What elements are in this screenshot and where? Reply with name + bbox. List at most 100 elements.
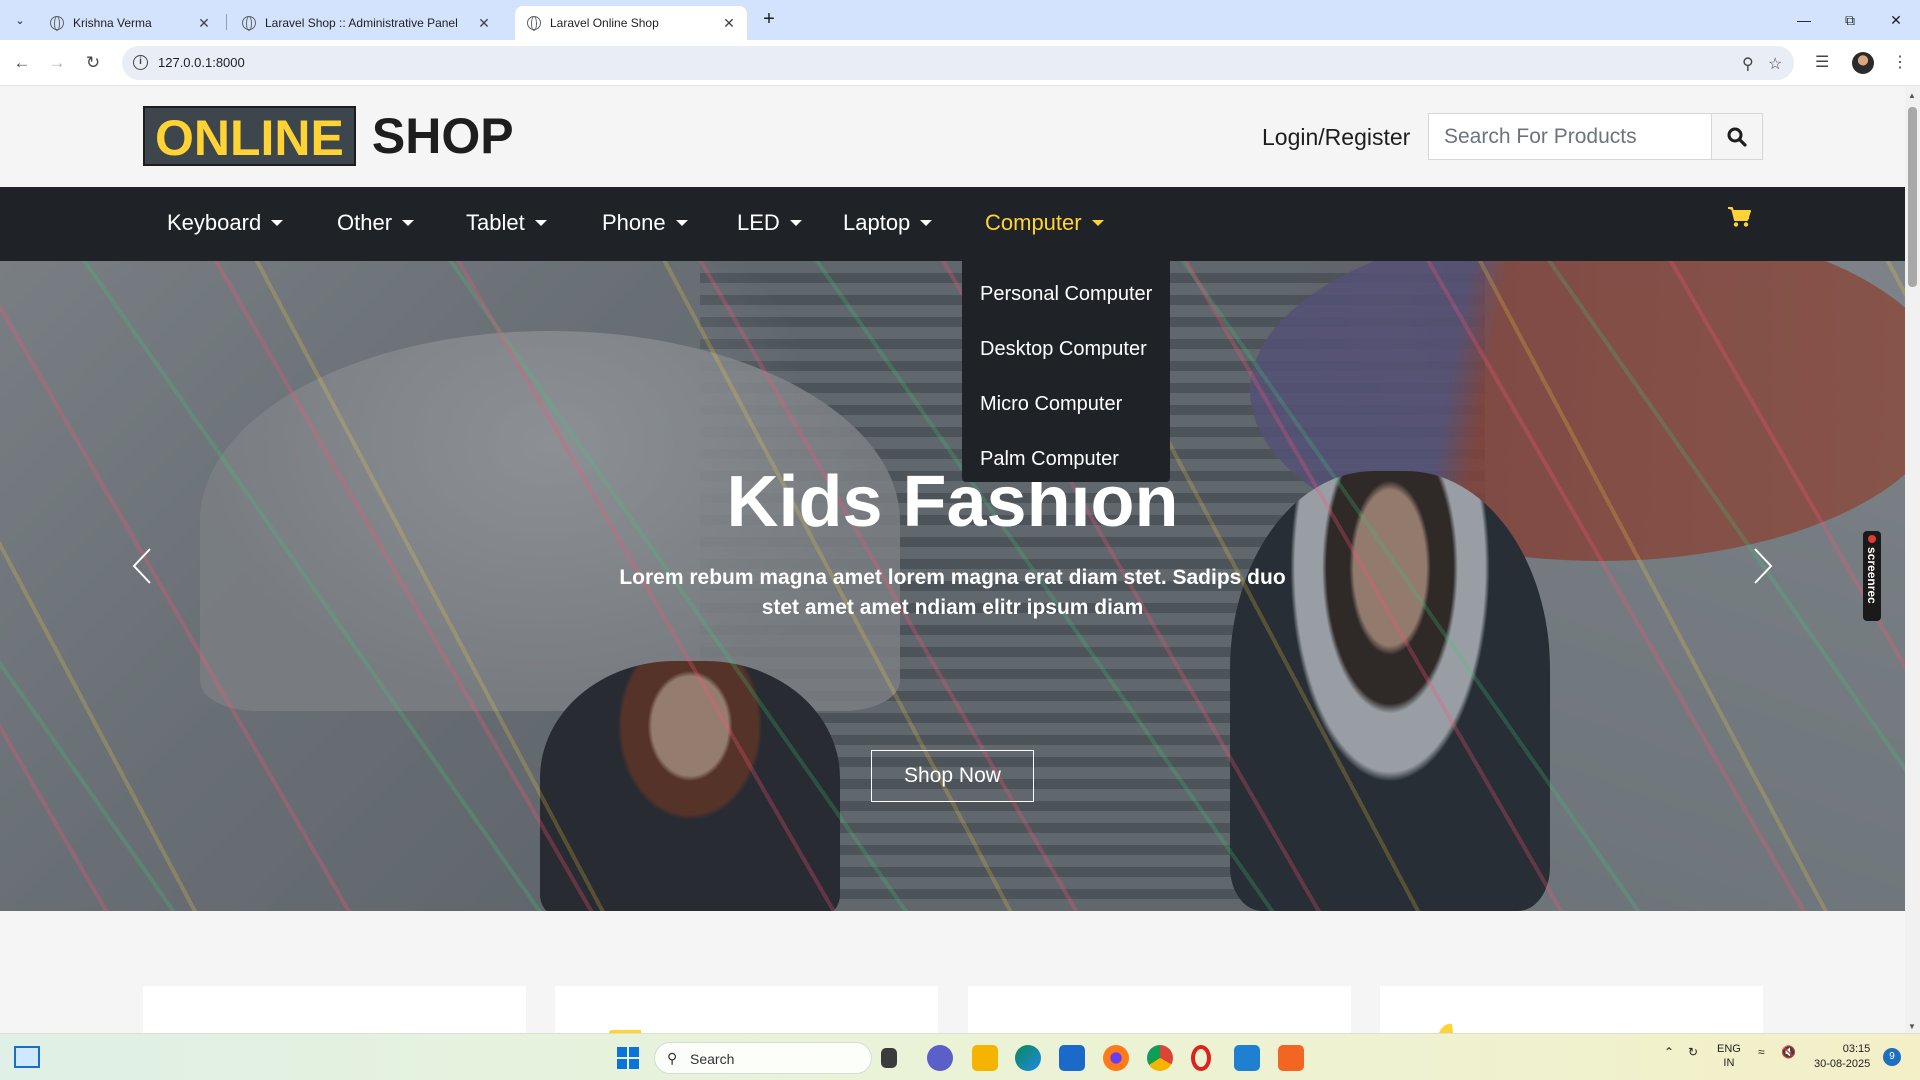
- nav-item-laptop[interactable]: Laptop: [843, 210, 933, 236]
- notification-badge[interactable]: 9: [1883, 1048, 1901, 1066]
- feature-card: [968, 986, 1351, 1033]
- opera-icon[interactable]: [1191, 1045, 1211, 1071]
- feature-card: [1380, 986, 1763, 1033]
- new-tab-button[interactable]: +: [757, 8, 781, 32]
- scroll-up-icon[interactable]: ▲: [1908, 91, 1916, 100]
- search-button[interactable]: [1711, 114, 1762, 159]
- caret-down-icon: [920, 220, 933, 226]
- tab-title: Laravel Online Shop: [550, 16, 659, 30]
- file-explorer-icon[interactable]: [972, 1045, 998, 1071]
- tab-title: Laravel Shop :: Administrative Panel: [265, 16, 458, 30]
- nav-label: Keyboard: [167, 210, 262, 235]
- nav-label: Laptop: [843, 210, 911, 235]
- reload-button[interactable]: ↻: [81, 51, 105, 75]
- login-register-link[interactable]: Login/Register: [1262, 124, 1410, 151]
- chevron-right-icon: [1754, 548, 1773, 584]
- tab-separator: [226, 14, 227, 30]
- url-text: 127.0.0.1:8000: [158, 55, 245, 70]
- dropdown-item-micro-computer[interactable]: Micro Computer: [962, 377, 1170, 432]
- chevron-up-icon[interactable]: ⌃: [1664, 1045, 1674, 1059]
- nav-item-tablet[interactable]: Tablet: [466, 210, 547, 236]
- minimize-icon: —: [1797, 12, 1811, 28]
- globe-icon: [50, 16, 64, 31]
- taskbar-search[interactable]: ⚲ Search: [654, 1042, 872, 1074]
- dropdown-item-personal-computer[interactable]: Personal Computer: [962, 267, 1170, 322]
- nav-label: LED: [737, 210, 780, 235]
- windows-start-icon[interactable]: [617, 1047, 639, 1069]
- search-input[interactable]: [1429, 114, 1713, 159]
- tab-online-shop[interactable]: Laravel Online Shop ✕: [515, 6, 747, 40]
- screenrec-widget[interactable]: screenrec: [1863, 531, 1881, 621]
- screenrec-label: screenrec: [1865, 547, 1879, 604]
- edge-icon[interactable]: [1015, 1045, 1041, 1071]
- nav-item-other[interactable]: Other: [337, 210, 415, 236]
- computer-dropdown-menu: Personal Computer Desktop Computer Micro…: [962, 257, 1170, 482]
- vscode-icon[interactable]: [1234, 1045, 1260, 1071]
- task-view-icon[interactable]: [881, 1048, 897, 1068]
- browser-toolbar: ← → ↻ i 127.0.0.1:8000 ⚲ ☆ ☰ ⋮: [0, 40, 1920, 86]
- language-indicator[interactable]: ENG IN: [1717, 1042, 1741, 1070]
- teams-icon[interactable]: [927, 1045, 953, 1071]
- sync-icon[interactable]: ↻: [1688, 1045, 1698, 1059]
- star-icon[interactable]: ☆: [1768, 54, 1782, 74]
- nav-item-keyboard[interactable]: Keyboard: [167, 210, 284, 236]
- search-icon: ⚲: [667, 1050, 678, 1066]
- more-menu-icon[interactable]: ⋮: [1892, 52, 1908, 72]
- scrollbar-thumb[interactable]: [1908, 107, 1917, 287]
- back-button[interactable]: ←: [10, 51, 34, 75]
- search-form: [1428, 113, 1763, 160]
- store-icon[interactable]: [1059, 1045, 1085, 1071]
- close-icon[interactable]: ✕: [476, 15, 492, 32]
- avatar[interactable]: [1852, 52, 1874, 74]
- nav-label: Phone: [602, 210, 666, 235]
- check-icon: [179, 1012, 229, 1033]
- page-scrollbar[interactable]: ▲ ▼: [1905, 87, 1920, 1033]
- tab-krishna-verma[interactable]: Krishna Verma ✕: [38, 6, 222, 40]
- address-bar[interactable]: i 127.0.0.1:8000 ⚲ ☆: [122, 46, 1794, 80]
- dropdown-item-palm-computer[interactable]: Palm Computer: [962, 432, 1170, 487]
- arrow-right-icon: →: [48, 53, 66, 72]
- tab-admin-panel[interactable]: Laravel Shop :: Administrative Panel ✕: [230, 6, 502, 40]
- site-header: ONLINE SHOP Login/Register: [0, 87, 1905, 187]
- firefox-icon[interactable]: [1103, 1045, 1129, 1071]
- shipping-icon: [609, 1030, 641, 1033]
- nav-item-computer[interactable]: Computer: [985, 210, 1104, 236]
- globe-icon: [242, 16, 256, 31]
- system-clock[interactable]: 03:15 30-08-2025: [1814, 1042, 1870, 1072]
- nav-label: Computer: [985, 210, 1082, 235]
- zoom-icon[interactable]: ⚲: [1742, 54, 1754, 74]
- close-icon: ✕: [1890, 11, 1902, 28]
- search-icon: [1727, 127, 1747, 147]
- restore-button[interactable]: ⧉: [1827, 0, 1873, 40]
- media-queue-icon[interactable]: ☰: [1815, 52, 1829, 72]
- shop-now-button[interactable]: Shop Now: [871, 750, 1034, 802]
- volume-muted-icon[interactable]: 🔇: [1781, 1045, 1796, 1059]
- close-window-button[interactable]: ✕: [1873, 0, 1919, 40]
- tab-search-button[interactable]: ⌄: [8, 9, 32, 31]
- feature-card: [143, 986, 526, 1033]
- clock-date: 30-08-2025: [1814, 1058, 1871, 1070]
- feature-card: [555, 986, 938, 1033]
- caret-down-icon: [675, 220, 688, 226]
- close-icon[interactable]: ✕: [196, 15, 212, 32]
- scroll-down-icon[interactable]: ▼: [1908, 1022, 1916, 1031]
- site-logo[interactable]: ONLINE SHOP: [143, 106, 514, 166]
- caret-down-icon: [1091, 220, 1104, 226]
- site-info-icon[interactable]: i: [133, 55, 148, 70]
- chrome-icon[interactable]: [1147, 1045, 1173, 1071]
- widgets-icon[interactable]: [14, 1046, 40, 1068]
- chevron-down-icon: ⌄: [15, 14, 25, 27]
- globe-icon: [527, 16, 541, 31]
- carousel-next-button[interactable]: [1747, 541, 1777, 591]
- forward-button[interactable]: →: [45, 51, 69, 75]
- cart-button[interactable]: [1727, 206, 1751, 233]
- minimize-button[interactable]: —: [1781, 0, 1827, 40]
- nav-item-phone[interactable]: Phone: [602, 210, 688, 236]
- xampp-icon[interactable]: [1278, 1045, 1304, 1071]
- carousel-prev-button[interactable]: [128, 541, 158, 591]
- dropdown-item-desktop-computer[interactable]: Desktop Computer: [962, 322, 1170, 377]
- close-icon[interactable]: ✕: [721, 15, 737, 32]
- language-region: IN: [1723, 1057, 1735, 1069]
- wifi-icon[interactable]: ≈: [1758, 1045, 1765, 1059]
- nav-item-led[interactable]: LED: [737, 210, 802, 236]
